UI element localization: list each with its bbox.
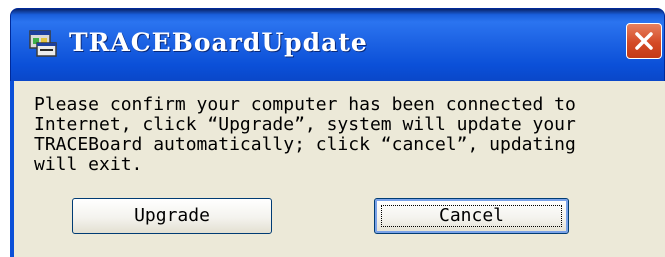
close-button[interactable] <box>626 23 662 59</box>
cancel-button[interactable]: Cancel <box>374 198 569 234</box>
dialog-body: Please confirm your computer has been co… <box>10 81 665 257</box>
confirmation-message: Please confirm your computer has been co… <box>34 95 659 175</box>
upgrade-button[interactable]: Upgrade <box>72 198 272 234</box>
message-line: Internet, click “Upgrade”, system will u… <box>34 114 576 135</box>
cancel-button-label: Cancel <box>438 205 505 226</box>
message-line: TRACEBoard automatically; click “cancel”… <box>34 134 576 155</box>
app-window-icon <box>29 29 57 57</box>
message-line: Please confirm your computer has been co… <box>34 94 576 115</box>
title-bar[interactable]: TRACEBoardUpdate <box>10 8 665 81</box>
message-line: will exit. <box>34 154 143 175</box>
window-title: TRACEBoardUpdate <box>69 28 368 57</box>
update-dialog-window: TRACEBoardUpdate Please confirm your com… <box>0 0 665 257</box>
